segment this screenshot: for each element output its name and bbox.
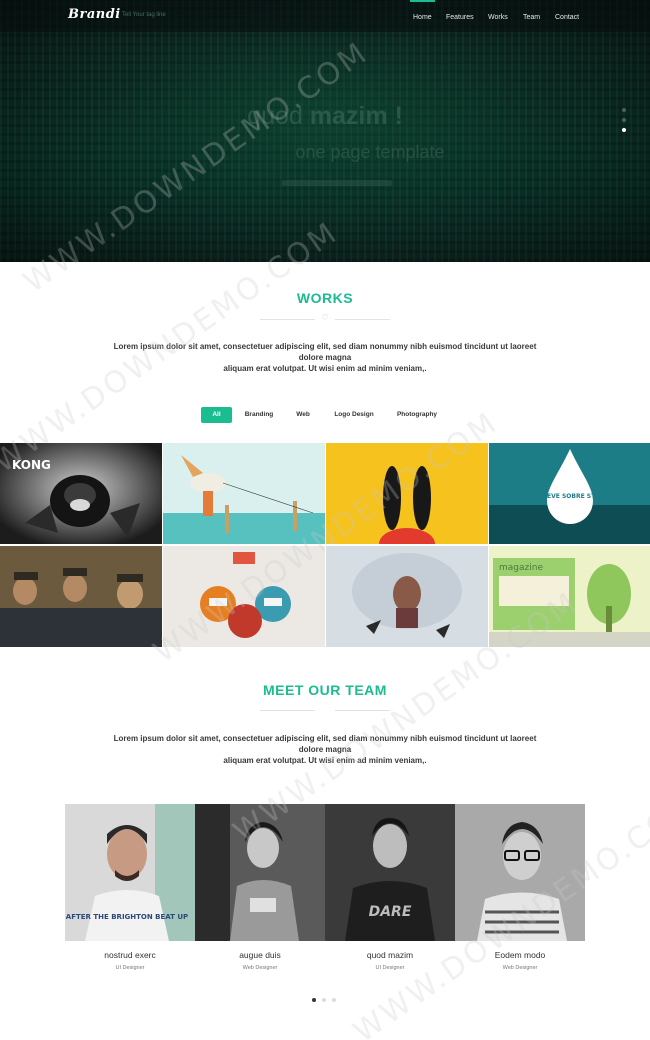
team-page-dot-3[interactable] bbox=[332, 998, 336, 1002]
works-divider: ♡ bbox=[260, 313, 390, 324]
filter-branding[interactable]: Branding bbox=[240, 407, 278, 423]
filter-all[interactable]: All bbox=[201, 407, 232, 423]
team-description: Lorem ipsum dolor sit amet, consectetuer… bbox=[95, 733, 555, 766]
portfolio-image-kong: KONG bbox=[0, 443, 162, 544]
team-member-role: UI Designer bbox=[375, 965, 405, 971]
team-member-role: UI Designer bbox=[115, 965, 145, 971]
hero-title: quod mazim ! bbox=[0, 102, 650, 131]
hero-title-bold: mazim ! bbox=[309, 102, 403, 130]
tile-1-caption: KONG bbox=[12, 458, 51, 472]
portfolio-image-soldiers bbox=[0, 546, 162, 647]
portfolio-image-surreal bbox=[326, 546, 488, 647]
works-text-line-2: dolore magna bbox=[298, 353, 352, 362]
team-page-dot-1[interactable] bbox=[312, 998, 316, 1002]
portfolio-image-drop: LLUEVE SOBRE STGO bbox=[489, 443, 650, 544]
team-member-4[interactable]: Eodem modo Web Designer bbox=[455, 804, 585, 974]
portfolio-item-8[interactable]: magazine bbox=[489, 546, 650, 647]
portfolio-image-magazine: magazine bbox=[489, 546, 650, 647]
slider-dot-2[interactable] bbox=[622, 118, 626, 122]
portfolio-item-6[interactable] bbox=[163, 546, 325, 647]
nav-item-features[interactable]: Features bbox=[446, 14, 474, 21]
portfolio-image-robots bbox=[163, 546, 325, 647]
filter-photography[interactable]: Photography bbox=[392, 407, 442, 423]
team-member-3-shirt: DARE bbox=[369, 904, 412, 920]
team-member-photo: DARE bbox=[325, 804, 455, 941]
works-gallery: KONG LLUEVE SOBRE STGO magazine bbox=[0, 443, 650, 647]
nav-menu: Home Features Works Team Contact bbox=[0, 0, 650, 26]
portfolio-image-bunny bbox=[326, 443, 488, 544]
team-member-name: augue duis bbox=[239, 950, 281, 960]
team-member-photo: AFTER THE BRIGHTON BEAT UP bbox=[65, 804, 195, 941]
team-member-3[interactable]: DARE quod mazim UI Designer bbox=[325, 804, 455, 974]
slider-dot-1[interactable] bbox=[622, 108, 626, 112]
portfolio-item-7[interactable] bbox=[326, 546, 488, 647]
hero-vignette bbox=[0, 0, 650, 262]
works-title: WORKS bbox=[296, 290, 354, 306]
portfolio-item-1[interactable]: KONG bbox=[0, 443, 162, 544]
works-text-line-3: aliquam erat volutpat. Ut wisi enim ad m… bbox=[223, 364, 427, 373]
tile-4-caption: LLUEVE SOBRE STGO bbox=[535, 493, 605, 500]
team-member-name: Eodem modo bbox=[494, 950, 546, 960]
works-text-line-1: Lorem ipsum dolor sit amet, consectetuer… bbox=[113, 342, 537, 351]
team-member-photo bbox=[455, 804, 585, 941]
navbar: Brandi Tell Your tag line Home Features … bbox=[0, 0, 650, 32]
team-member-name: quod mazim bbox=[366, 950, 414, 960]
team-member-role: Web Designer bbox=[502, 965, 538, 971]
filter-logo-design[interactable]: Logo Design bbox=[330, 407, 378, 423]
nav-item-home[interactable]: Home bbox=[410, 0, 435, 21]
portfolio-item-4[interactable]: LLUEVE SOBRE STGO bbox=[489, 443, 650, 544]
works-filters: All Branding Web Logo Design Photography bbox=[0, 407, 650, 423]
filter-web[interactable]: Web bbox=[290, 407, 316, 423]
nav-item-works[interactable]: Works bbox=[488, 14, 508, 21]
team-pagination bbox=[310, 998, 340, 1003]
portfolio-item-5[interactable] bbox=[0, 546, 162, 647]
portfolio-item-3[interactable] bbox=[326, 443, 488, 544]
team-member-photo bbox=[195, 804, 325, 941]
team-page-dot-2[interactable] bbox=[322, 998, 326, 1002]
hero-slider-dots bbox=[622, 108, 628, 138]
portfolio-image-pelican bbox=[163, 443, 325, 544]
nav-item-contact[interactable]: Contact bbox=[555, 14, 579, 21]
hero-section: Brandi Tell Your tag line Home Features … bbox=[0, 0, 650, 262]
hero-tagline-bar bbox=[282, 180, 392, 186]
tile-8-caption: magazine bbox=[499, 563, 543, 573]
heart-icon: ♡ bbox=[321, 313, 329, 322]
team-member-name: nostrud exerc bbox=[104, 950, 156, 960]
team-divider bbox=[260, 705, 390, 715]
team-member-2[interactable]: augue duis Web Designer bbox=[195, 804, 325, 974]
team-grid: AFTER THE BRIGHTON BEAT UP nostrud exerc… bbox=[65, 804, 585, 974]
team-text-line-2: dolore magna bbox=[298, 745, 352, 754]
nav-item-team[interactable]: Team bbox=[523, 14, 540, 21]
slider-dot-3[interactable] bbox=[622, 128, 626, 132]
team-member-1[interactable]: AFTER THE BRIGHTON BEAT UP nostrud exerc… bbox=[65, 804, 195, 974]
team-member-1-shirt: AFTER THE BRIGHTON BEAT UP bbox=[66, 913, 188, 921]
team-text-line-3: aliquam erat volutpat. Ut wisi enim ad m… bbox=[223, 756, 427, 765]
team-title: MEET OUR TEAM bbox=[263, 682, 387, 698]
portfolio-item-2[interactable] bbox=[163, 443, 325, 544]
team-text-line-1: Lorem ipsum dolor sit amet, consectetuer… bbox=[113, 734, 537, 743]
hero-title-light: quod bbox=[247, 102, 310, 130]
team-member-role: Web Designer bbox=[242, 965, 278, 971]
hero-subtitle: one page template bbox=[295, 142, 445, 162]
works-description: Lorem ipsum dolor sit amet, consectetuer… bbox=[95, 341, 555, 374]
